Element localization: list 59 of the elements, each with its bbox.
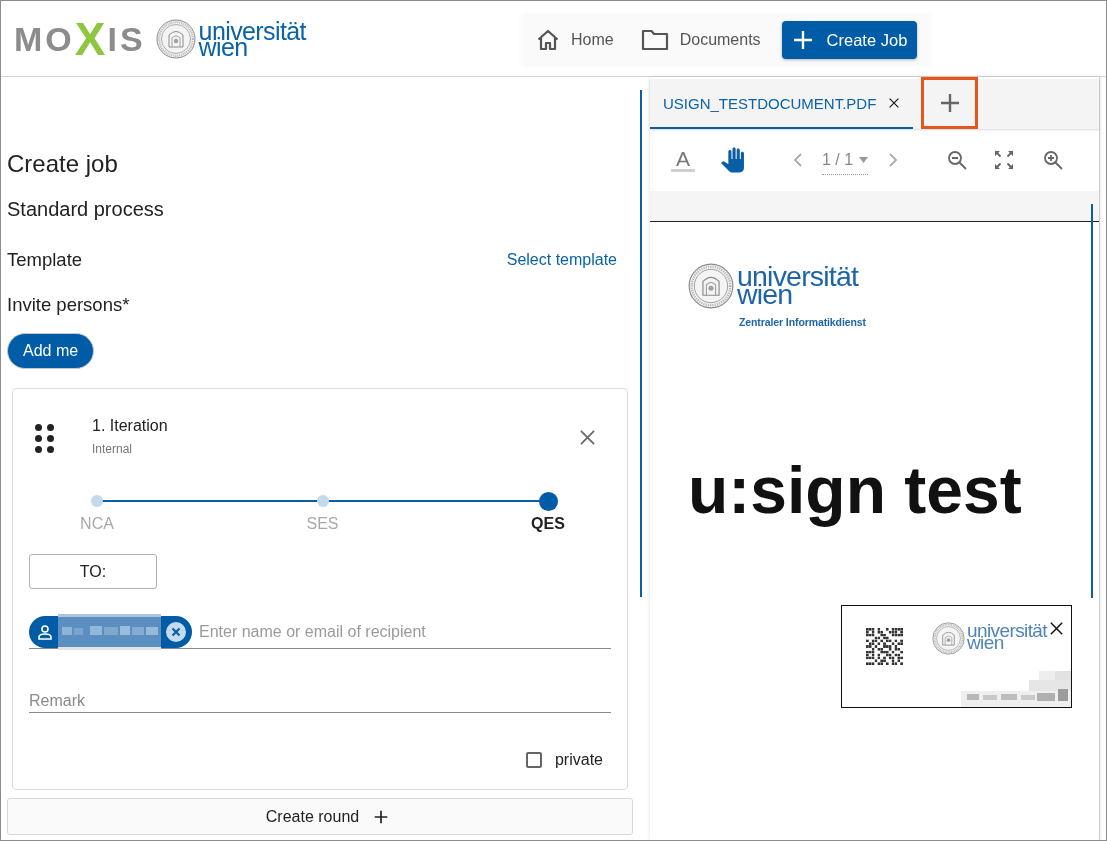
expand-icon (994, 150, 1015, 170)
seal-icon (155, 18, 196, 59)
chevron-left-icon (792, 152, 804, 168)
text-tool-button[interactable]: A (665, 142, 701, 178)
logo-letters: X (74, 18, 108, 59)
template-label: Template (7, 249, 83, 271)
private-label: private (554, 751, 603, 769)
logo-letters: IS (107, 20, 146, 57)
caret-icon (859, 156, 869, 163)
home-link[interactable]: Home (536, 28, 614, 52)
seal-icon (932, 622, 965, 655)
private-checkbox[interactable] (525, 752, 542, 768)
qr-code-icon (866, 628, 903, 665)
signature-field[interactable]: universität wien (841, 605, 1072, 708)
documents-link[interactable]: Documents (640, 28, 761, 52)
zoom-out-icon (947, 150, 968, 170)
create-round-button[interactable]: Create round (7, 798, 633, 835)
recipient-field[interactable]: Enter name or email of recipient (29, 616, 611, 649)
home-icon (536, 28, 560, 52)
remark-field[interactable]: Remark (29, 689, 611, 713)
process-name: Standard process (7, 197, 165, 221)
zoom-in-icon (1043, 150, 1064, 170)
chevron-right-icon (887, 152, 900, 168)
close-icon[interactable] (1050, 622, 1063, 635)
recipient-chip[interactable] (29, 616, 192, 648)
select-template-link[interactable]: Select template (506, 251, 617, 269)
invite-label: Invite persons* (7, 294, 131, 316)
step-label: QES (531, 515, 565, 533)
hand-icon (719, 147, 745, 173)
page-title: Create job (7, 150, 119, 178)
step-dot[interactable] (91, 495, 103, 507)
folder-icon (640, 28, 669, 52)
drag-handle-icon[interactable] (35, 424, 54, 453)
plus-icon (939, 93, 960, 113)
close-icon[interactable] (889, 98, 900, 108)
resize-handle[interactable] (640, 90, 642, 597)
add-me-button[interactable]: Add me (7, 333, 95, 369)
university-wordmark: universität wien (198, 20, 306, 57)
person-icon (37, 624, 53, 640)
university-wordmark: universität wien (737, 263, 859, 303)
page-select[interactable]: 1 / 1 (822, 145, 869, 175)
logo-letters: MO (14, 20, 75, 57)
recipient-input[interactable]: Enter name or email of recipient (199, 617, 611, 647)
scrollbar-thumb[interactable] (1091, 204, 1093, 598)
step-dot[interactable] (316, 495, 329, 507)
round-title: 1. Iteration (92, 416, 168, 436)
to-button[interactable]: TO: (29, 554, 157, 589)
department-name: Zentraler Informatikdienst (739, 316, 866, 328)
plus-icon (374, 809, 389, 824)
remove-icon[interactable] (166, 622, 186, 642)
step-dot[interactable] (538, 491, 558, 511)
step-label: SES (306, 515, 339, 533)
create-job-button[interactable]: Create Job (781, 21, 918, 59)
seal-icon (688, 263, 734, 309)
university-wordmark: universität wien (967, 622, 1047, 649)
plus-icon (792, 30, 813, 50)
step-label: NCA (80, 515, 114, 533)
add-tab-button[interactable] (921, 77, 979, 129)
round-type: Internal (92, 442, 134, 456)
